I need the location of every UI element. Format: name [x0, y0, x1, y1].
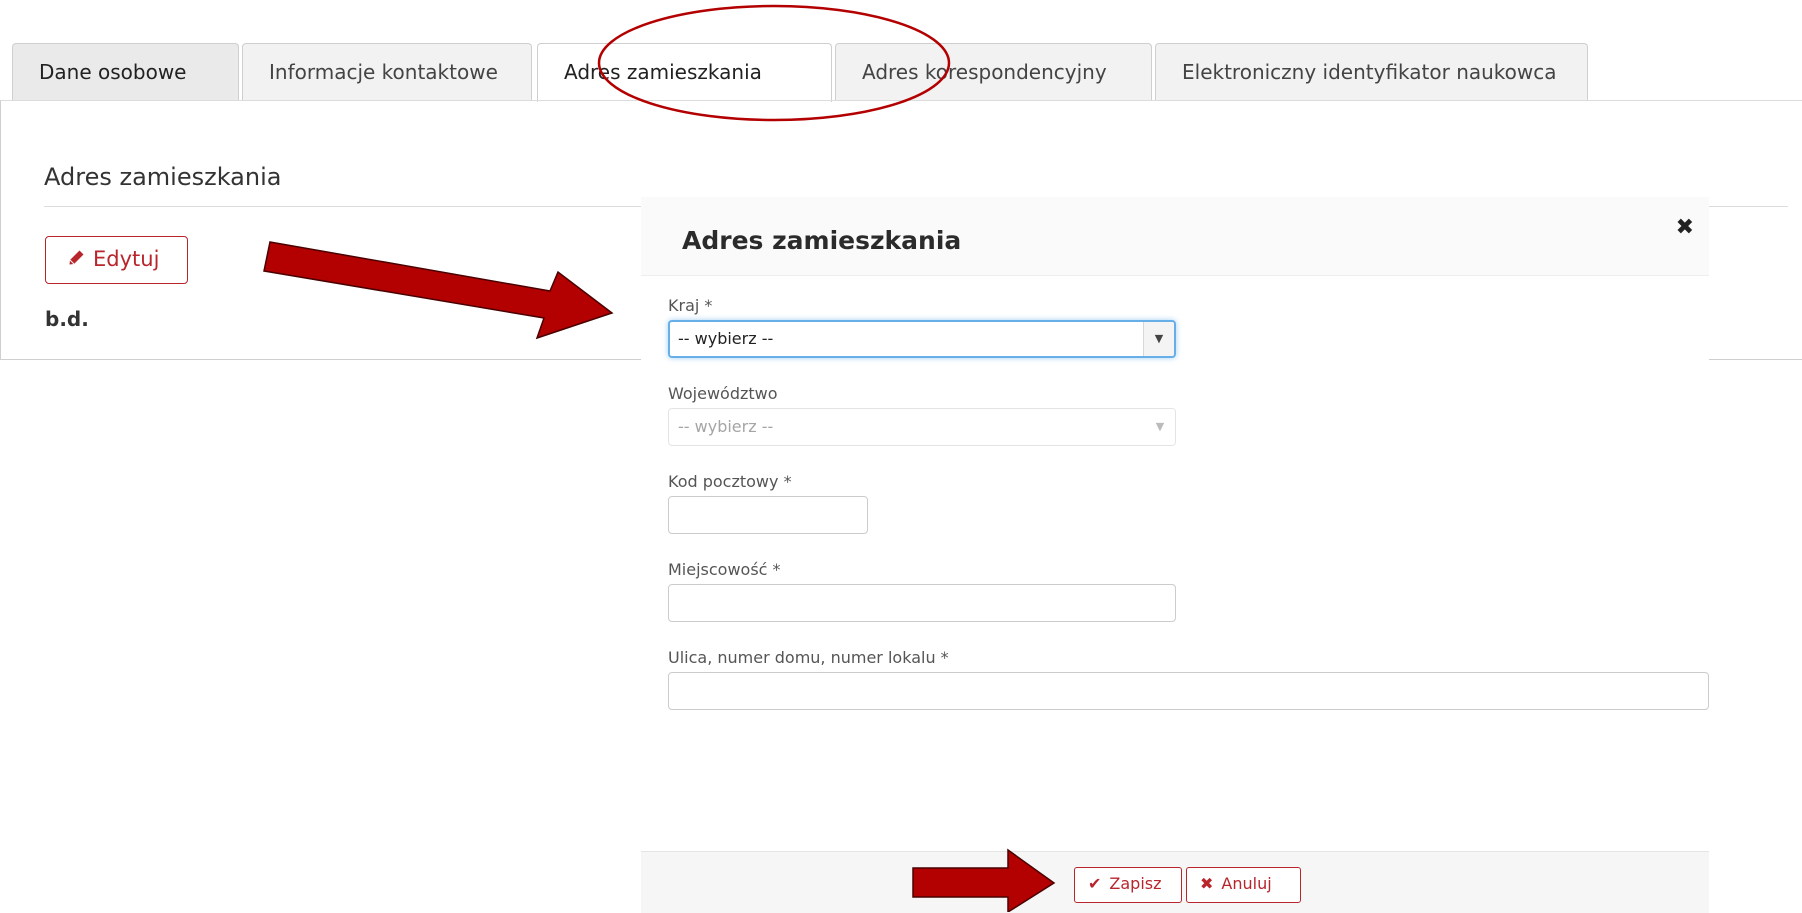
tab-label: Informacje kontaktowe [269, 60, 498, 84]
tab-dane-osobowe[interactable]: Dane osobowe [12, 43, 239, 100]
panel-title: Adres zamieszkania [44, 163, 282, 191]
tab-adres-zamieszkania[interactable]: Adres zamieszkania [537, 43, 832, 102]
modal-header: Adres zamieszkania ✖ [641, 197, 1709, 276]
pencil-icon [68, 237, 85, 281]
tab-label: Adres zamieszkania [564, 60, 762, 84]
miejscowosc-input[interactable] [668, 584, 1176, 622]
save-button-label: Zapisz [1109, 874, 1162, 893]
ulica-label: Ulica, numer domu, numer lokalu * [668, 648, 949, 667]
tab-informacje-kontaktowe[interactable]: Informacje kontaktowe [242, 43, 532, 100]
modal-footer: ✔ Zapisz ✖ Anuluj [641, 851, 1709, 913]
miejscowosc-label: Miejscowość * [668, 560, 781, 579]
address-value: b.d. [45, 307, 89, 331]
kraj-select[interactable]: -- wybierz -- ▼ [668, 320, 1176, 358]
caret-down-icon: ▼ [1143, 322, 1174, 356]
tab-label: Adres korespondencyjny [862, 60, 1107, 84]
wojewodztwo-value: -- wybierz -- [678, 417, 774, 436]
cancel-button-label: Anuluj [1221, 874, 1272, 893]
tab-adres-korespondencyjny[interactable]: Adres korespondencyjny [835, 43, 1152, 100]
edit-button-label: Edytuj [93, 247, 160, 271]
kod-pocztowy-input[interactable] [668, 496, 868, 534]
wojewodztwo-select[interactable]: -- wybierz -- ▼ [668, 408, 1176, 446]
check-icon: ✔ [1088, 874, 1102, 893]
cancel-button[interactable]: ✖ Anuluj [1186, 867, 1301, 903]
wojewodztwo-label: Województwo [668, 384, 778, 403]
kod-pocztowy-label: Kod pocztowy * [668, 472, 792, 491]
kraj-label: Kraj * [668, 296, 713, 315]
kraj-value: -- wybierz -- [678, 329, 774, 348]
x-icon: ✖ [1200, 874, 1214, 893]
caret-down-icon: ▼ [1145, 409, 1175, 445]
address-modal: Adres zamieszkania ✖ Kraj * -- wybierz -… [641, 197, 1709, 913]
tab-elektroniczny-identyfikator[interactable]: Elektroniczny identyfikator naukowca [1155, 43, 1588, 100]
close-icon[interactable]: ✖ [1676, 215, 1694, 240]
save-button[interactable]: ✔ Zapisz [1074, 867, 1182, 903]
ulica-input[interactable] [668, 672, 1709, 710]
tab-label: Elektroniczny identyfikator naukowca [1182, 60, 1557, 84]
tab-label: Dane osobowe [39, 60, 187, 84]
modal-title: Adres zamieszkania [682, 226, 962, 255]
edit-button[interactable]: Edytuj [45, 236, 188, 284]
